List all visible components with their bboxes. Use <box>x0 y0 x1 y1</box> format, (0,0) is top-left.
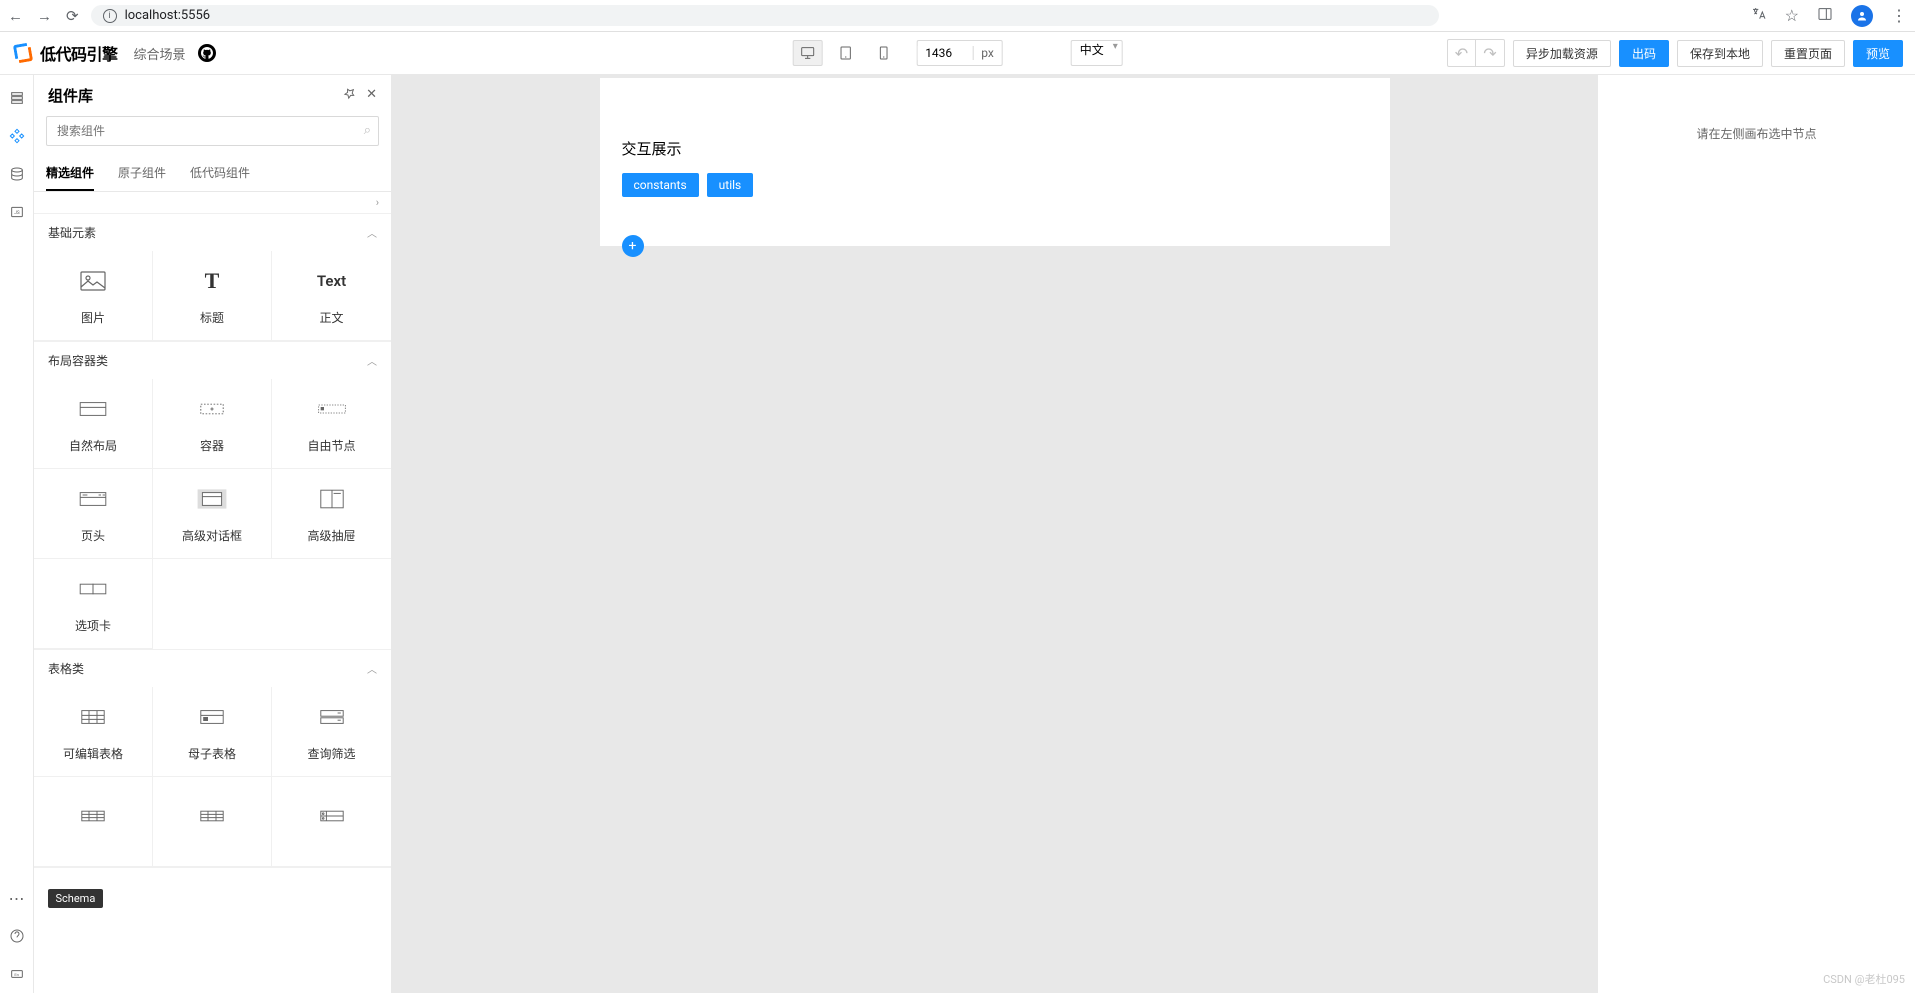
redo-button[interactable]: ↷ <box>1476 40 1504 66</box>
canvas-width-input: px <box>916 40 1003 66</box>
comp-query-filter[interactable]: 查询筛选 <box>272 687 391 777</box>
canvas-page[interactable]: 交互展示 constants utils + <box>600 78 1390 246</box>
comp-text[interactable]: Text 正文 <box>272 251 391 341</box>
rail-components-icon[interactable] <box>8 127 26 145</box>
language-select[interactable]: 中文 <box>1071 40 1123 66</box>
site-info-icon[interactable]: i <box>103 9 117 23</box>
url-text: localhost:5556 <box>125 8 211 23</box>
side-rail: JS ⋯ Schema En <box>0 75 34 993</box>
profile-avatar-icon[interactable] <box>1851 5 1873 27</box>
comp-free-node[interactable]: 自由节点 <box>272 379 391 469</box>
canvas-btn-utils[interactable]: utils <box>707 173 754 197</box>
comp-natural-layout[interactable]: 自然布局 <box>34 379 153 469</box>
watermark: CSDN @老杜095 <box>1823 971 1905 987</box>
panel-title: 组件库 <box>48 85 93 106</box>
logo-area: 低代码引擎 综合场景 <box>12 41 216 65</box>
chevron-up-icon: ︿ <box>367 225 377 240</box>
section-layout: 布局容器类 ︿ 自然布局 容器 自由节点 <box>34 342 391 650</box>
comp-dialog[interactable]: 高级对话框 <box>153 469 272 559</box>
canvas-title[interactable]: 交互展示 <box>622 138 1390 159</box>
translate-icon[interactable] <box>1751 6 1767 26</box>
right-panel: 请在左侧画布选中节点 <box>1597 75 1915 993</box>
breadcrumb-row: › <box>34 192 391 214</box>
panel-icon[interactable] <box>1817 6 1833 26</box>
browser-menu-icon[interactable]: ⋮ <box>1891 6 1907 25</box>
panel-header: 组件库 ✕ <box>34 75 391 116</box>
svg-text:JS: JS <box>14 210 20 216</box>
comp-title[interactable]: T 标题 <box>153 251 272 341</box>
section-table: 表格类 ︿ 可编辑表格 母子表格 查询筛选 <box>34 650 391 868</box>
back-button[interactable]: ← <box>8 7 23 25</box>
section-header-layout[interactable]: 布局容器类 ︿ <box>34 342 391 379</box>
search-box: ⌕ <box>46 116 379 146</box>
forward-button[interactable]: → <box>37 7 52 25</box>
browser-bar: ← → ⟳ i localhost:5556 ☆ ⋮ <box>0 0 1915 32</box>
undo-button[interactable]: ↶ <box>1448 40 1476 66</box>
codegen-button[interactable]: 出码 <box>1619 40 1669 67</box>
section-header-table[interactable]: 表格类 ︿ <box>34 650 391 687</box>
github-icon[interactable] <box>198 44 216 62</box>
undo-redo-group: ↶ ↷ <box>1447 39 1505 67</box>
rail-lang-icon[interactable]: En <box>8 965 26 983</box>
chevron-up-icon: ︿ <box>367 661 377 676</box>
comp-table-extra-1[interactable] <box>34 777 153 867</box>
width-unit: px <box>972 46 1002 60</box>
empty-hint: 请在左侧画布选中节点 <box>1696 127 1816 141</box>
device-switcher: px 中文 <box>792 40 1123 66</box>
comp-image[interactable]: 图片 <box>34 251 153 341</box>
close-panel-icon[interactable]: ✕ <box>366 87 377 104</box>
panel-body: › 基础元素 ︿ 图片 T 标题 <box>34 192 391 993</box>
async-load-button[interactable]: 异步加载资源 <box>1513 40 1611 67</box>
browser-nav: ← → ⟳ <box>8 7 79 25</box>
section-basic: 基础元素 ︿ 图片 T 标题 Text 正文 <box>34 214 391 342</box>
main: JS ⋯ Schema En 组件库 ✕ ⌕ 精选组件 原子组件 低代码组件 <box>0 75 1915 993</box>
browser-actions: ☆ ⋮ <box>1751 5 1907 27</box>
comp-drawer[interactable]: 高级抽屉 <box>272 469 391 559</box>
comp-container[interactable]: 容器 <box>153 379 272 469</box>
device-desktop-button[interactable] <box>792 40 822 66</box>
pin-icon[interactable] <box>343 87 356 104</box>
save-local-button[interactable]: 保存到本地 <box>1677 40 1763 67</box>
rail-more-icon[interactable]: ⋯ Schema <box>8 889 26 907</box>
panel-tabs: 精选组件 原子组件 低代码组件 <box>34 156 391 192</box>
comp-parent-child-table[interactable]: 母子表格 <box>153 687 272 777</box>
rail-help-icon[interactable] <box>8 927 26 945</box>
logo-icon <box>12 42 34 64</box>
rail-code-icon[interactable]: JS <box>8 203 26 221</box>
section-header-basic[interactable]: 基础元素 ︿ <box>34 214 391 251</box>
comp-editable-table[interactable]: 可编辑表格 <box>34 687 153 777</box>
reset-page-button[interactable]: 重置页面 <box>1771 40 1845 67</box>
comp-page-header[interactable]: 页头 <box>34 469 153 559</box>
canvas-area: 交互展示 constants utils + <box>392 75 1597 993</box>
device-mobile-button[interactable] <box>868 40 898 66</box>
width-field[interactable] <box>917 46 972 60</box>
add-component-fab[interactable]: + <box>622 235 644 257</box>
device-tablet-button[interactable] <box>830 40 860 66</box>
tab-featured[interactable]: 精选组件 <box>46 156 94 191</box>
preview-button[interactable]: 预览 <box>1853 40 1903 67</box>
logo-text: 低代码引擎 <box>40 41 118 65</box>
chevron-up-icon: ︿ <box>367 353 377 368</box>
rail-outline-icon[interactable] <box>8 89 26 107</box>
reload-button[interactable]: ⟳ <box>66 7 79 25</box>
comp-table-extra-2[interactable] <box>153 777 272 867</box>
rail-data-icon[interactable] <box>8 165 26 183</box>
bookmark-icon[interactable]: ☆ <box>1785 6 1799 25</box>
tab-atomic[interactable]: 原子组件 <box>118 156 166 191</box>
comp-table-extra-3[interactable] <box>272 777 391 867</box>
app-header: 低代码引擎 综合场景 px 中文 ↶ ↷ 异步加载资源 出码 保存到本地 重置页… <box>0 32 1915 75</box>
search-icon[interactable]: ⌕ <box>364 123 371 138</box>
header-actions: ↶ ↷ 异步加载资源 出码 保存到本地 重置页面 预览 <box>1447 39 1903 67</box>
search-input[interactable] <box>46 116 379 146</box>
tab-lowcode[interactable]: 低代码组件 <box>190 156 250 191</box>
canvas-btn-constants[interactable]: constants <box>622 173 699 197</box>
component-panel: 组件库 ✕ ⌕ 精选组件 原子组件 低代码组件 › 基础元素 ︿ <box>34 75 392 993</box>
scenario-text: 综合场景 <box>134 44 186 63</box>
comp-tabs[interactable]: 选项卡 <box>34 559 153 649</box>
svg-text:En: En <box>14 972 18 977</box>
url-bar[interactable]: i localhost:5556 <box>91 5 1439 26</box>
